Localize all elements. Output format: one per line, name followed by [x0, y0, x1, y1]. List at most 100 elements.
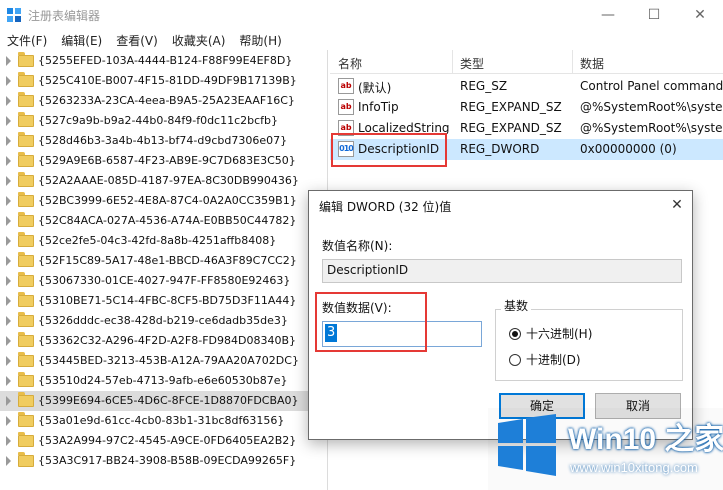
value-type: REG_EXPAND_SZ: [460, 100, 562, 114]
radio-unselected-icon[interactable]: [509, 353, 521, 366]
expand-arrow-icon[interactable]: [6, 376, 11, 386]
column-type-header[interactable]: 类型: [460, 55, 484, 72]
expand-arrow-icon[interactable]: [6, 56, 11, 66]
tree-item-label: {5326dddc-ec38-428d-b219-ce6dadb35de3}: [38, 314, 288, 327]
close-button[interactable]: ✕: [677, 0, 723, 30]
tree-item[interactable]: {527c9a9b-b9a2-44b0-84f9-f0dc11c2bcfb}: [0, 111, 327, 131]
column-divider[interactable]: [572, 50, 573, 74]
folder-icon: [18, 372, 34, 387]
tree-item[interactable]: {53510d24-57eb-4713-9afb-e6e60530b87e}: [0, 371, 327, 391]
tree-item[interactable]: {52C84ACA-027A-4536-A74A-E0BB50C44782}: [0, 211, 327, 231]
folder-icon: [18, 132, 34, 147]
tree-item[interactable]: {52A2AAAE-085D-4187-97EA-8C30DB990436}: [0, 171, 327, 191]
tree-item[interactable]: {5310BE71-5C14-4FBC-8CF5-BD75D3F11A44}: [0, 291, 327, 311]
tree-item[interactable]: {5263233A-23CA-4eea-B9A5-25A23EAAF16C}: [0, 91, 327, 111]
tree-item[interactable]: {5326dddc-ec38-428d-b219-ce6dadb35de3}: [0, 311, 327, 331]
tree-item-label: {528d46b3-3a4b-4b13-bf74-d9cbd7306e07}: [38, 134, 288, 147]
expand-arrow-icon[interactable]: [6, 276, 11, 286]
expand-arrow-icon[interactable]: [6, 136, 11, 146]
tree-item[interactable]: {52BC3999-6E52-4E8A-87C4-0A2A0CC359B1}: [0, 191, 327, 211]
string-value-icon: ab: [338, 78, 354, 94]
tree-item-label: {53a01e9d-61cc-4cb0-83b1-31bc8df63156}: [38, 414, 285, 427]
tree-item[interactable]: {53A3C917-BB24-3908-B58B-09ECDA99265F}: [0, 451, 327, 471]
expand-arrow-icon[interactable]: [6, 356, 11, 366]
folder-icon: [18, 212, 34, 227]
expand-arrow-icon[interactable]: [6, 456, 11, 466]
expand-arrow-icon[interactable]: [6, 396, 11, 406]
decimal-radio-option[interactable]: 十进制(D): [509, 351, 581, 368]
menu-bar: 文件(F) 编辑(E) 查看(V) 收藏夹(A) 帮助(H): [0, 30, 723, 50]
value-row[interactable]: ab (默认) REG_SZ Control Panel command: [330, 76, 723, 97]
menu-view[interactable]: 查看(V): [109, 30, 165, 50]
column-data-header[interactable]: 数据: [580, 55, 604, 72]
tree-item[interactable]: {528d46b3-3a4b-4b13-bf74-d9cbd7306e07}: [0, 131, 327, 151]
tree-item-label: {52C84ACA-027A-4536-A74A-E0BB50C44782}: [38, 214, 297, 227]
folder-icon: [18, 232, 34, 247]
dialog-title: 编辑 DWORD (32 位)值: [319, 200, 452, 214]
column-divider[interactable]: [452, 50, 453, 74]
value-type: REG_EXPAND_SZ: [460, 121, 562, 135]
base-label: 基数: [501, 297, 532, 314]
minimize-button[interactable]: —: [585, 0, 631, 30]
folder-icon: [18, 292, 34, 307]
value-row[interactable]: ab InfoTip REG_EXPAND_SZ @%SystemRoot%\syst…: [330, 97, 723, 118]
folder-icon: [18, 412, 34, 427]
expand-arrow-icon[interactable]: [6, 96, 11, 106]
tree-item[interactable]: {52ce2fe5-04c3-42fd-8a8b-4251affb8408}: [0, 231, 327, 251]
registry-editor-icon: [7, 8, 21, 22]
tree-item-label: {53067330-01CE-4027-947F-FF8580E92463}: [38, 274, 291, 287]
menu-help[interactable]: 帮助(H): [232, 30, 288, 50]
value-type: REG_DWORD: [460, 142, 540, 156]
decimal-radio-label: 十进制(D): [526, 353, 581, 367]
tree-item[interactable]: {53067330-01CE-4027-947F-FF8580E92463}: [0, 271, 327, 291]
radio-selected-icon[interactable]: [509, 327, 521, 340]
expand-arrow-icon[interactable]: [6, 236, 11, 246]
folder-icon: [18, 252, 34, 267]
expand-arrow-icon[interactable]: [6, 216, 11, 226]
hex-radio-option[interactable]: 十六进制(H): [509, 325, 592, 342]
title-bar: 注册表编辑器 — ☐ ✕: [0, 0, 723, 30]
list-header: 名称 类型 数据: [330, 50, 723, 74]
expand-arrow-icon[interactable]: [6, 416, 11, 426]
tree-item-label: {53445BED-3213-453B-A12A-79AA20A702DC}: [38, 354, 299, 367]
tree-item[interactable]: {525C410E-B007-4F15-81DD-49DF9B17139B}: [0, 71, 327, 91]
expand-arrow-icon[interactable]: [6, 196, 11, 206]
expand-arrow-icon[interactable]: [6, 256, 11, 266]
menu-file[interactable]: 文件(F): [0, 30, 54, 50]
expand-arrow-icon[interactable]: [6, 156, 11, 166]
tree-item-label: {53A3C917-BB24-3908-B58B-09ECDA99265F}: [38, 454, 297, 467]
folder-icon: [18, 92, 34, 107]
folder-icon: [18, 192, 34, 207]
tree-item[interactable]: {529A9E6B-6587-4F23-AB9E-9C7D683E3C50}: [0, 151, 327, 171]
tree-item[interactable]: {53445BED-3213-453B-A12A-79AA20A702DC}: [0, 351, 327, 371]
folder-icon: [18, 332, 34, 347]
key-tree[interactable]: {5255EFED-103A-4444-B124-F88F99E4EF8D} {5…: [0, 50, 328, 490]
tree-item-label: {52A2AAAE-085D-4187-97EA-8C30DB990436}: [38, 174, 299, 187]
window-title: 注册表编辑器: [28, 9, 101, 23]
maximize-button[interactable]: ☐: [631, 0, 677, 30]
tree-item-label: {527c9a9b-b9a2-44b0-84f9-f0dc11c2bcfb}: [38, 114, 279, 127]
expand-arrow-icon[interactable]: [6, 176, 11, 186]
tree-item[interactable]: {5399E694-6CE5-4D6C-8FCE-1D8870FDCBA0}: [0, 391, 327, 411]
expand-arrow-icon[interactable]: [6, 316, 11, 326]
expand-arrow-icon[interactable]: [6, 76, 11, 86]
menu-edit[interactable]: 编辑(E): [54, 30, 109, 50]
tree-item-label: {5310BE71-5C14-4FBC-8CF5-BD75D3F11A44}: [38, 294, 297, 307]
expand-arrow-icon[interactable]: [6, 336, 11, 346]
tree-item[interactable]: {53A2A994-97C2-4545-A9CE-0FD6405EA2B2}: [0, 431, 327, 451]
value-name: (默认): [358, 81, 392, 95]
tree-item[interactable]: {52F15C89-5A17-48e1-BBCD-46A3F89C7CC2}: [0, 251, 327, 271]
folder-icon: [18, 52, 34, 67]
column-name-header[interactable]: 名称: [338, 55, 362, 72]
tree-item[interactable]: {5255EFED-103A-4444-B124-F88F99E4EF8D}: [0, 51, 327, 71]
watermark-url: www.win10xitong.com: [570, 460, 698, 475]
folder-icon: [18, 152, 34, 167]
menu-favorites[interactable]: 收藏夹(A): [165, 30, 233, 50]
tree-item[interactable]: {53362C32-A296-4F2D-A2F8-FD984D08340B}: [0, 331, 327, 351]
tree-item[interactable]: {53a01e9d-61cc-4cb0-83b1-31bc8df63156}: [0, 411, 327, 431]
folder-icon: [18, 392, 34, 407]
expand-arrow-icon[interactable]: [6, 296, 11, 306]
expand-arrow-icon[interactable]: [6, 436, 11, 446]
dialog-close-button[interactable]: ✕: [665, 194, 689, 216]
expand-arrow-icon[interactable]: [6, 116, 11, 126]
